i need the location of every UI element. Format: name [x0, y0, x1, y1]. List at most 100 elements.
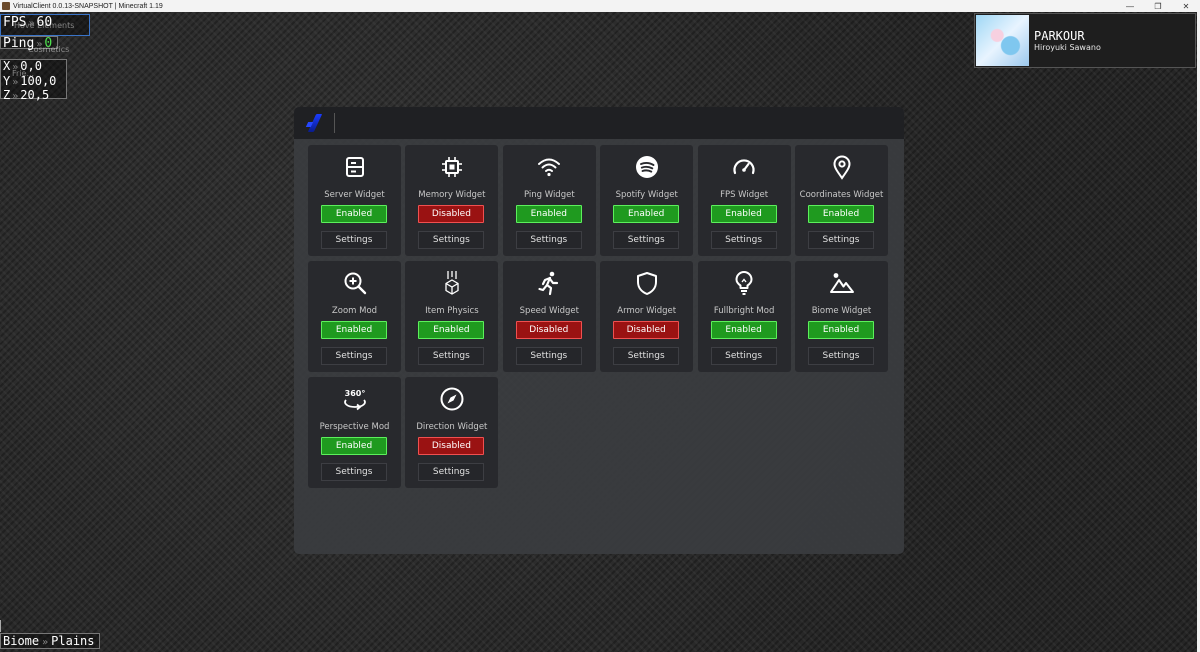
mod-card: Fullbright Mod Enabled Settings: [697, 261, 791, 372]
mod-name: Armor Widget: [617, 306, 677, 316]
mod-card: Memory Widget Disabled Settings: [405, 145, 499, 256]
zoom-in-icon: [308, 269, 401, 297]
mod-toggle-button[interactable]: Enabled: [710, 321, 777, 339]
mod-settings-button[interactable]: Settings: [418, 231, 485, 249]
chat-caret: [0, 620, 1, 632]
mod-toggle-button[interactable]: Disabled: [418, 205, 485, 223]
mod-toggle-button[interactable]: Enabled: [418, 321, 485, 339]
mod-name: Biome Widget: [811, 306, 872, 316]
x-label: X: [3, 59, 11, 73]
mod-card: FPS Widget Enabled Settings: [697, 145, 791, 256]
spotify-now-playing: PARKOUR Hiroyuki Sawano: [974, 13, 1196, 68]
mod-toggle-button[interactable]: Disabled: [515, 321, 582, 339]
mod-name: Item Physics: [425, 306, 479, 316]
mod-toggle-button[interactable]: Disabled: [613, 321, 680, 339]
running-person-icon: [503, 269, 596, 297]
mod-settings-button[interactable]: Settings: [808, 347, 874, 365]
ghost-cosmetics-text: Cosmetics: [28, 45, 70, 54]
mod-toggle-button[interactable]: Enabled: [613, 205, 680, 223]
server-icon: [308, 153, 401, 181]
mod-name: Ping Widget: [523, 190, 575, 200]
location-pin-icon: [795, 153, 888, 181]
falling-cube-icon: [405, 269, 498, 297]
track-artist: Hiroyuki Sawano: [1034, 43, 1101, 52]
mod-toggle-button[interactable]: Enabled: [710, 205, 777, 223]
album-art: [976, 15, 1029, 66]
mod-card: Speed Widget Disabled Settings: [502, 261, 596, 372]
mod-name: Direction Widget: [416, 422, 488, 432]
mod-settings-button[interactable]: Settings: [418, 463, 485, 481]
mod-settings-button[interactable]: Settings: [710, 231, 777, 249]
mod-settings-button[interactable]: Settings: [515, 347, 582, 365]
mod-toggle-button[interactable]: Enabled: [808, 205, 874, 223]
mod-settings-button[interactable]: Settings: [418, 347, 485, 365]
mod-settings-button[interactable]: Settings: [613, 231, 680, 249]
maximize-icon[interactable]: ❐: [1144, 2, 1172, 11]
client-logo-icon[interactable]: [306, 113, 326, 133]
track-info: PARKOUR Hiroyuki Sawano: [1034, 29, 1101, 52]
biome-value: Plains: [51, 634, 95, 648]
mod-card: Coordinates Widget Enabled Settings: [795, 145, 888, 256]
biome-hud: Biome» Plains: [0, 633, 100, 649]
z-separator: »: [12, 91, 19, 102]
mod-settings-button[interactable]: Settings: [808, 231, 874, 249]
svg-text:360°: 360°: [344, 389, 365, 398]
speedometer-icon: [698, 153, 791, 181]
shield-icon: [600, 269, 693, 297]
mod-name: Memory Widget: [418, 190, 486, 200]
mod-card: Ping Widget Enabled Settings: [502, 145, 596, 256]
mod-toggle-button[interactable]: Enabled: [515, 205, 582, 223]
mod-name: Coordinates Widget: [799, 190, 884, 200]
lightbulb-icon: [698, 269, 791, 297]
ghost-friends-text: Frie...: [12, 69, 35, 78]
mod-name: Zoom Mod: [331, 306, 378, 316]
mod-card: Direction Widget Disabled Settings: [405, 377, 499, 488]
mod-settings-button[interactable]: Settings: [710, 347, 777, 365]
mod-card: Item Physics Enabled Settings: [405, 261, 499, 372]
mod-settings-button[interactable]: Settings: [613, 347, 680, 365]
mod-name: FPS Widget: [720, 190, 769, 200]
spotify-icon: [600, 153, 693, 181]
mod-menu-panel: Server Widget Enabled Settings Memory Widge…: [294, 107, 904, 554]
mod-settings-button[interactable]: Settings: [515, 231, 582, 249]
wifi-icon: [503, 153, 596, 181]
mod-name: Server Widget: [324, 190, 385, 200]
window-titlebar: VirtualClient 0.0.13-SNAPSHOT | Minecraf…: [0, 0, 1200, 12]
chip-icon: [405, 153, 498, 181]
close-icon[interactable]: ✕: [1172, 2, 1200, 11]
mod-name: Perspective Mod: [319, 422, 390, 432]
mod-card: 360° Perspective Mod Enabled Settings: [308, 377, 401, 488]
mod-name: Speed Widget: [519, 306, 579, 316]
mod-card: Armor Widget Disabled Settings: [600, 261, 694, 372]
mod-settings-button[interactable]: Settings: [321, 347, 387, 365]
mod-settings-button[interactable]: Settings: [321, 231, 387, 249]
mod-card: Spotify Widget Enabled Settings: [600, 145, 694, 256]
mod-card: Zoom Mod Enabled Settings: [308, 261, 401, 372]
compass-icon: [405, 385, 498, 413]
header-divider: [334, 113, 335, 133]
biome-separator: »: [42, 637, 49, 648]
mod-toggle-button[interactable]: Enabled: [321, 437, 387, 455]
z-value: 20,5: [20, 88, 50, 102]
mod-toggle-button[interactable]: Disabled: [418, 437, 485, 455]
y-label: Y: [3, 73, 11, 88]
app-icon: [2, 2, 10, 10]
window-title: VirtualClient 0.0.13-SNAPSHOT | Minecraf…: [13, 2, 163, 10]
mod-toggle-button[interactable]: Enabled: [321, 205, 387, 223]
mod-menu-header: [294, 107, 904, 139]
ghost-menu-text: Hove Elements: [14, 21, 75, 30]
track-title: PARKOUR: [1034, 29, 1085, 43]
z-label: Z: [3, 88, 11, 102]
y-separator: »: [12, 76, 19, 88]
coordinates-hud: X» 0,0 Y» 100,0 Z» 20,5: [0, 59, 67, 102]
biome-label: Biome: [3, 634, 40, 648]
view-360-icon: 360°: [308, 385, 401, 413]
mod-name: Fullbright Mod: [713, 306, 775, 316]
mod-card: Biome Widget Enabled Settings: [795, 261, 888, 372]
mod-toggle-button[interactable]: Enabled: [321, 321, 387, 339]
mod-card: Server Widget Enabled Settings: [308, 145, 401, 256]
mod-toggle-button[interactable]: Enabled: [808, 321, 874, 339]
mod-settings-button[interactable]: Settings: [321, 463, 387, 481]
mountain-icon: [795, 269, 888, 297]
minimize-icon[interactable]: —: [1116, 2, 1144, 11]
